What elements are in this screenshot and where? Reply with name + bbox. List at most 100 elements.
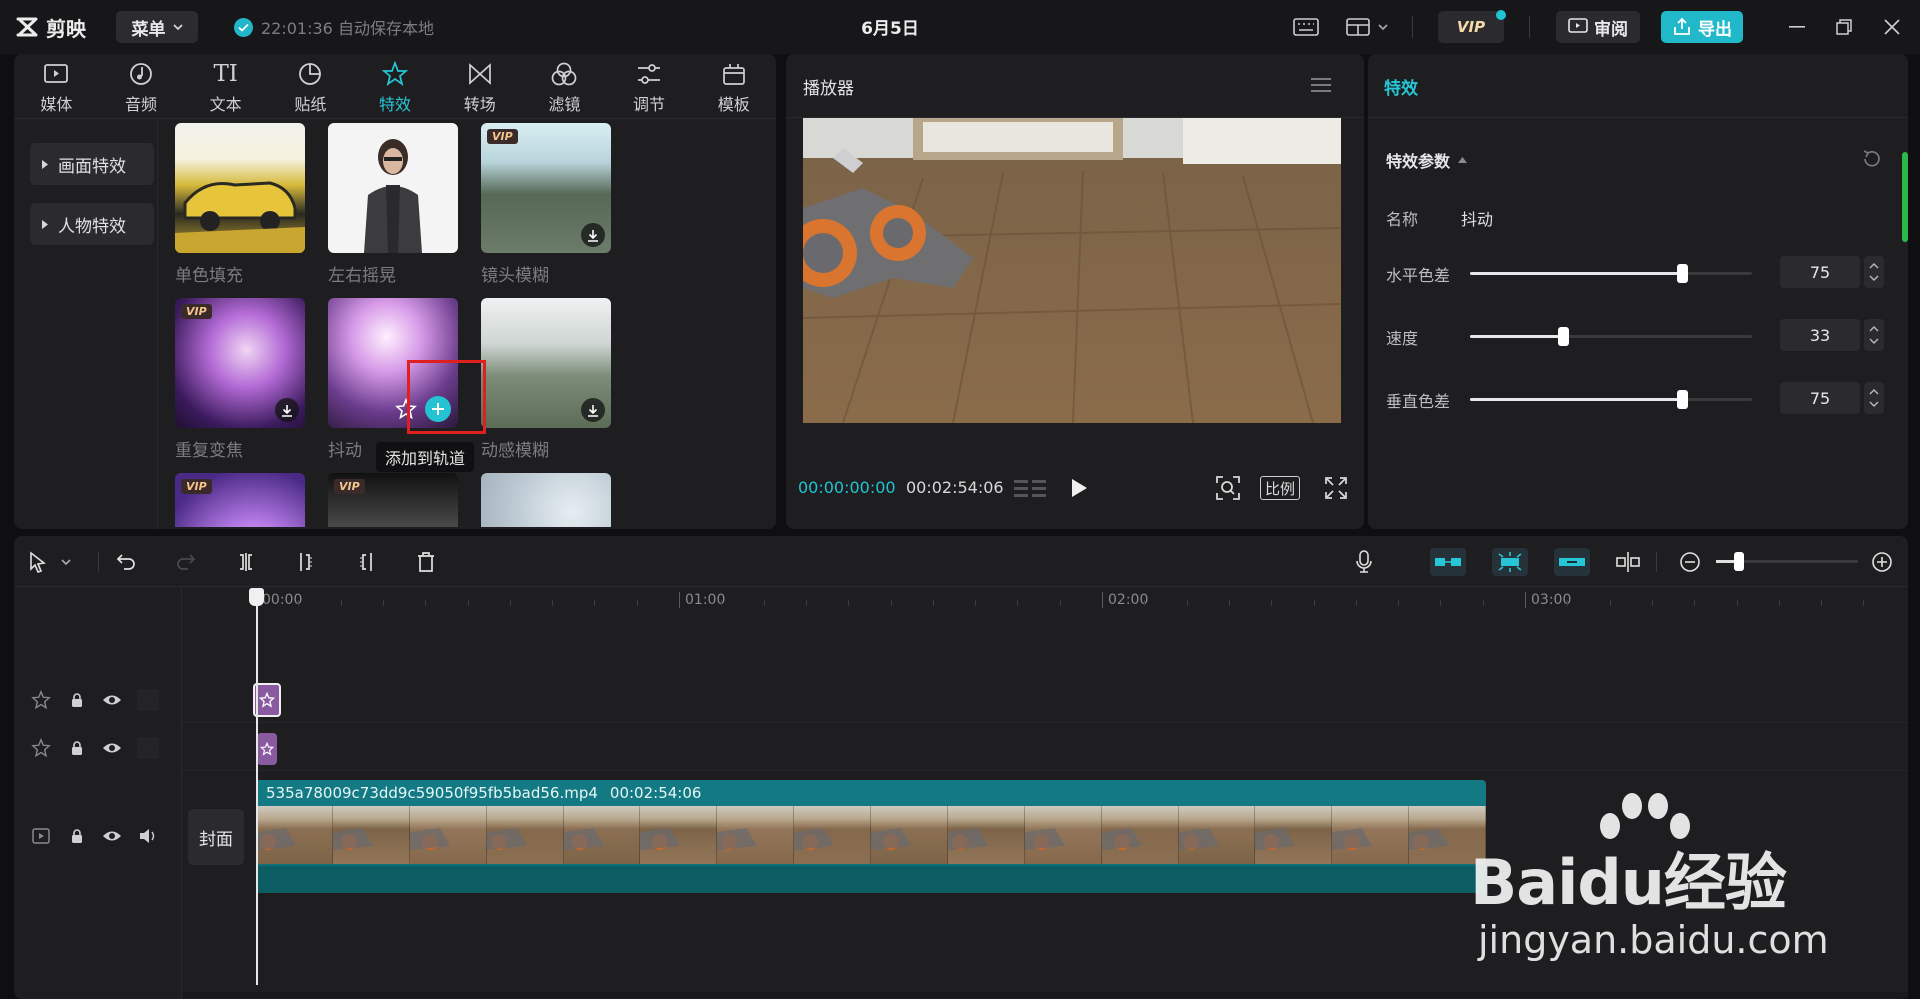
param-slider-knob[interactable] — [1558, 327, 1570, 346]
param-value-input[interactable]: 75 — [1780, 382, 1860, 414]
param-slider[interactable] — [1470, 390, 1752, 409]
microphone-icon[interactable] — [1350, 548, 1378, 576]
param-slider[interactable] — [1470, 327, 1752, 346]
export-button[interactable]: 导出 — [1661, 11, 1743, 43]
delete-icon[interactable] — [412, 548, 440, 576]
player-title: 播放器 — [803, 79, 854, 99]
clip-frame — [640, 806, 718, 864]
ruler-minor-tick — [1398, 600, 1400, 606]
linkage-icon[interactable] — [1554, 548, 1590, 576]
param-slider-knob[interactable] — [1676, 390, 1688, 409]
tab-media[interactable]: 媒体 — [14, 58, 99, 118]
close-icon[interactable] — [1878, 14, 1906, 40]
param-stepper[interactable] — [1864, 382, 1884, 414]
effect-card[interactable]: VIP 重复变焦 — [175, 298, 305, 461]
clip-frame — [409, 806, 487, 864]
param-stepper[interactable] — [1864, 319, 1884, 351]
trim-right-icon[interactable] — [352, 548, 380, 576]
param-value-input[interactable]: 33 — [1780, 319, 1860, 351]
tab-effects[interactable]: 特效 — [353, 58, 438, 118]
effect-card[interactable] — [481, 473, 611, 527]
restore-icon[interactable] — [1830, 14, 1858, 40]
trim-left-icon[interactable] — [292, 548, 320, 576]
effect-clip-icon — [259, 692, 275, 708]
param-slider-fill — [1470, 335, 1564, 338]
effect-card[interactable]: 动感模糊 — [481, 298, 611, 461]
tab-audio[interactable]: 音频 — [99, 58, 184, 118]
section-title[interactable]: 特效参数 — [1386, 148, 1468, 172]
menu-button[interactable]: 菜单 — [116, 11, 198, 43]
auto-snap-icon[interactable] — [1492, 548, 1528, 576]
lock-icon[interactable] — [66, 825, 88, 847]
tab-sticker[interactable]: 贴纸 — [268, 58, 353, 118]
tab-template[interactable]: 模板 — [691, 58, 776, 118]
tab-adjust[interactable]: 调节 — [607, 58, 692, 118]
ruler-minor-tick — [298, 600, 300, 606]
timecode-grid-icon[interactable] — [1014, 478, 1046, 500]
ruler-minor-tick — [1821, 600, 1823, 606]
param-slider[interactable] — [1470, 264, 1752, 283]
minimize-icon[interactable] — [1783, 14, 1811, 40]
review-button[interactable]: 审阅 — [1556, 11, 1640, 43]
main-track-magnet-icon[interactable] — [1430, 548, 1466, 576]
category-item-person-effects[interactable]: 人物特效 — [30, 203, 154, 245]
preview-axis-icon[interactable] — [1614, 548, 1642, 576]
effect-card[interactable]: VIP 镜头模糊 — [481, 123, 611, 286]
vip-badge[interactable]: VIP — [1438, 11, 1504, 43]
layout-icon[interactable] — [1344, 14, 1374, 40]
fullscreen-icon[interactable] — [1322, 474, 1350, 502]
lock-icon[interactable] — [66, 689, 88, 711]
param-stepper[interactable] — [1864, 256, 1884, 288]
download-icon[interactable] — [275, 398, 299, 422]
download-icon[interactable] — [581, 398, 605, 422]
zoom-slider-knob[interactable] — [1733, 552, 1744, 571]
lock-icon[interactable] — [66, 737, 88, 759]
layout-dropdown-icon[interactable] — [1374, 14, 1392, 40]
keyboard-icon[interactable] — [1291, 14, 1321, 40]
ruler-minor-tick — [1271, 600, 1273, 606]
video-clip[interactable]: 535a78009c73dd9c59050f95fb5bad56.mp4 00:… — [256, 780, 1486, 893]
aspect-ratio-button[interactable]: 比例 — [1260, 476, 1300, 500]
split-icon[interactable] — [232, 548, 260, 576]
redo-icon[interactable] — [172, 548, 200, 576]
playhead-handle[interactable] — [249, 588, 264, 606]
cover-button[interactable]: 封面 — [188, 809, 244, 865]
effect-card[interactable]: VIP — [328, 473, 458, 527]
undo-icon[interactable] — [112, 548, 140, 576]
tab-filter[interactable]: 滤镜 — [522, 58, 607, 118]
tab-label: 媒体 — [40, 95, 73, 114]
play-icon[interactable] — [1068, 476, 1090, 500]
select-tool-dropdown-icon[interactable] — [58, 548, 74, 576]
ruler-minor-tick — [975, 600, 977, 606]
video-preview[interactable] — [803, 118, 1341, 423]
eye-icon[interactable] — [101, 737, 123, 759]
category-item-scene-effects[interactable]: 画面特效 — [30, 143, 154, 185]
eye-icon[interactable] — [101, 689, 123, 711]
reset-icon[interactable] — [1861, 148, 1883, 170]
clip-frame — [717, 806, 795, 864]
tab-transition[interactable]: 转场 — [437, 58, 522, 118]
eye-icon[interactable] — [101, 825, 123, 847]
download-icon[interactable] — [581, 223, 605, 247]
fit-view-icon[interactable] — [1214, 474, 1242, 502]
param-slider-knob[interactable] — [1676, 264, 1688, 283]
tab-text[interactable]: TI 文本 — [183, 58, 268, 118]
caret-up-icon — [1458, 157, 1468, 163]
horizontal-scrollbar[interactable] — [182, 992, 1908, 998]
effect-clip[interactable] — [257, 733, 277, 765]
effect-card[interactable]: 左右摇晃 — [328, 123, 458, 286]
ruler-minor-tick — [1313, 600, 1315, 606]
zoom-out-icon[interactable] — [1676, 548, 1704, 576]
effect-card[interactable]: VIP — [175, 473, 305, 527]
scrollbar[interactable] — [1902, 152, 1908, 242]
playhead[interactable] — [256, 600, 258, 985]
zoom-in-icon[interactable] — [1868, 548, 1896, 576]
effect-card[interactable]: 单色填充 — [175, 123, 305, 286]
speaker-icon[interactable] — [137, 825, 159, 847]
hamburger-menu-icon[interactable] — [1310, 76, 1332, 94]
ruler-minor-tick — [1694, 600, 1696, 606]
clip-frame — [1101, 806, 1179, 864]
ruler-label: 02:00 — [1108, 592, 1149, 608]
param-value-input[interactable]: 75 — [1780, 256, 1860, 288]
select-tool-icon[interactable] — [24, 548, 52, 576]
